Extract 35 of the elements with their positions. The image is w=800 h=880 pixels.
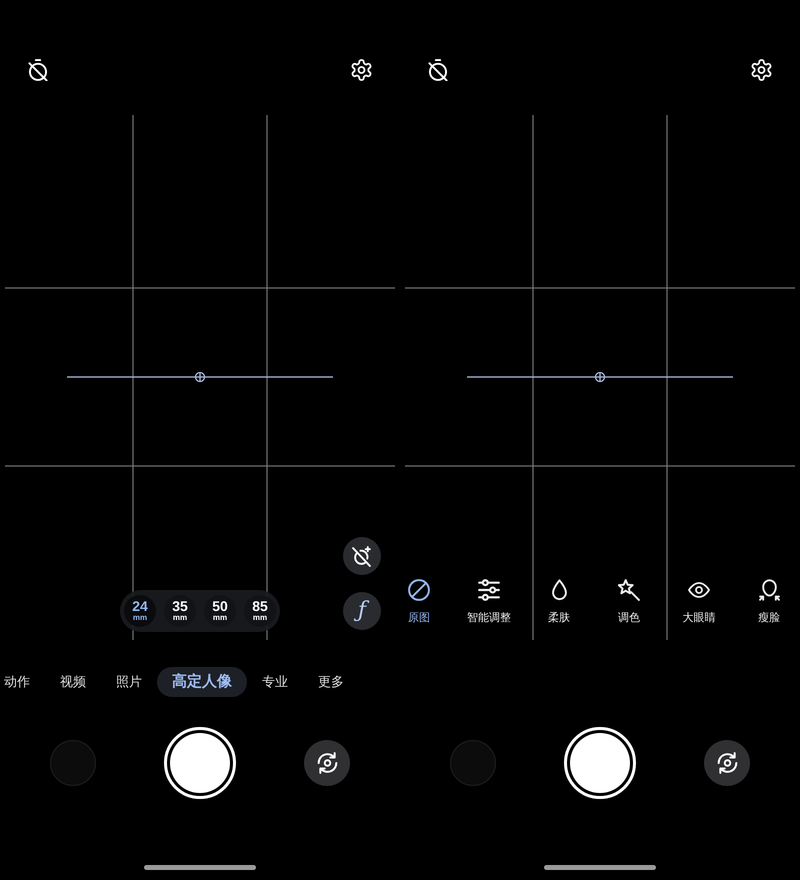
- beauty-option[interactable]: 大眼睛: [682, 579, 716, 625]
- beauty-option[interactable]: 瘦脸: [758, 579, 780, 625]
- mode-tab[interactable]: 专业: [262, 667, 288, 697]
- aperture-button[interactable]: ƒ: [343, 592, 381, 630]
- focal-length-button[interactable]: 24 mm: [124, 595, 156, 627]
- beauty-option[interactable]: 柔肤: [548, 579, 570, 625]
- circle-slash-icon: [408, 579, 430, 601]
- timer-off-icon[interactable]: [28, 59, 48, 81]
- mode-tab[interactable]: 照片: [116, 667, 142, 697]
- mode-tab[interactable]: 高定人像: [157, 667, 247, 697]
- focal-length-button[interactable]: 35 mm: [164, 595, 196, 627]
- settings-icon[interactable]: [351, 59, 372, 81]
- gallery-thumbnail[interactable]: [50, 740, 96, 786]
- droplet-icon: [552, 579, 566, 601]
- timer-off-icon[interactable]: [428, 59, 448, 81]
- switch-camera-button[interactable]: [304, 740, 350, 786]
- mode-tab[interactable]: 更多: [318, 667, 344, 697]
- beauty-option[interactable]: 原图: [408, 579, 430, 625]
- circular-arrows-icon: [316, 752, 338, 774]
- sparkle-off-icon: [352, 546, 372, 566]
- beauty-option[interactable]: 调色: [618, 579, 640, 625]
- mode-tab[interactable]: 视频: [60, 667, 86, 697]
- focal-length-button[interactable]: 85 mm: [244, 595, 276, 627]
- magic-wand-icon: [618, 579, 640, 601]
- switch-camera-button[interactable]: [704, 740, 750, 786]
- sliders-icon: [478, 579, 500, 601]
- beauty-option[interactable]: 智能调整: [467, 579, 511, 625]
- face-outline-icon: [758, 579, 780, 601]
- focal-length-button[interactable]: 50 mm: [204, 595, 236, 627]
- settings-icon[interactable]: [751, 59, 772, 81]
- circular-arrows-icon: [716, 752, 738, 774]
- sparkle-off-button[interactable]: [343, 537, 381, 575]
- mode-tab[interactable]: 动作: [4, 667, 30, 697]
- eye-icon: [688, 582, 710, 598]
- gallery-thumbnail[interactable]: [450, 740, 496, 786]
